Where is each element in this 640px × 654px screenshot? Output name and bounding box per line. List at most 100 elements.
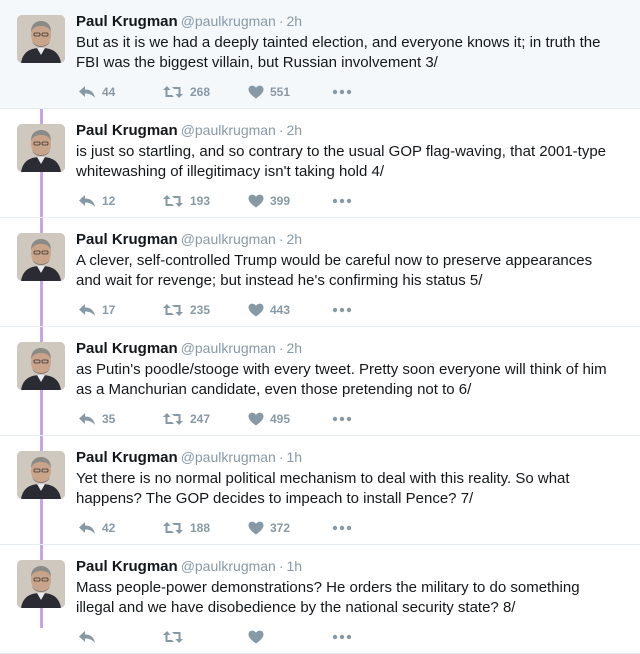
more-button[interactable] [332, 409, 352, 429]
tweet-text: Mass people-power demonstrations? He ord… [76, 579, 580, 616]
author-name[interactable]: Paul Krugman [76, 340, 178, 357]
retweet-button[interactable]: 247 [162, 409, 210, 429]
reply-button[interactable]: 12 [78, 191, 115, 211]
retweet-count: 268 [190, 85, 211, 99]
author-name[interactable]: Paul Krugman [76, 558, 178, 575]
tweet-header: Paul Krugman @paulkrugman · 1h [76, 557, 302, 576]
tweet[interactable]: Paul Krugman @paulkrugman · 2h A clever, se… [0, 218, 640, 327]
tweet-timestamp[interactable]: 1h [287, 449, 303, 465]
separator-dot: · [278, 340, 284, 356]
reply-count: 44 [102, 85, 116, 99]
reply-button[interactable]: 17 [78, 300, 115, 320]
tweet-header: Paul Krugman @paulkrugman · 1h [76, 448, 302, 467]
more-button[interactable] [332, 627, 352, 647]
author-handle[interactable]: @paulkrugman [181, 231, 276, 247]
more-button[interactable] [332, 518, 352, 538]
separator-dot: · [278, 449, 284, 465]
like-button[interactable]: 372 [248, 518, 290, 538]
reply-count: 12 [102, 194, 116, 208]
reply-count: 42 [102, 521, 116, 535]
separator-dot: · [278, 231, 284, 247]
tweet-actions: 42 188 372 [76, 518, 376, 538]
retweet-icon [162, 194, 184, 208]
tweet-timestamp[interactable]: 2h [287, 122, 303, 138]
author-handle[interactable]: @paulkrugman [181, 122, 276, 138]
tweet[interactable]: Paul Krugman @paulkrugman · 2h as Putin's p… [0, 327, 640, 436]
more-button[interactable] [332, 82, 352, 102]
reply-icon [78, 521, 96, 535]
author-name[interactable]: Paul Krugman [76, 13, 178, 30]
author-name[interactable]: Paul Krugman [76, 231, 178, 248]
retweet-icon [162, 303, 184, 317]
retweet-button[interactable]: 193 [162, 191, 210, 211]
tweet-header: Paul Krugman @paulkrugman · 2h [76, 339, 302, 358]
reply-icon [78, 630, 96, 644]
author-name[interactable]: Paul Krugman [76, 449, 178, 466]
separator-dot: · [278, 122, 284, 138]
like-button[interactable]: 399 [248, 191, 290, 211]
avatar[interactable] [17, 560, 65, 608]
tweet[interactable]: Paul Krugman @paulkrugman · 1h Yet there is… [0, 436, 640, 545]
more-dots-icon [332, 634, 352, 640]
tweet-actions [76, 627, 376, 647]
retweet-button[interactable]: 235 [162, 300, 210, 320]
tweet-timestamp[interactable]: 2h [287, 340, 303, 356]
tweet-timestamp[interactable]: 2h [287, 231, 303, 247]
like-count: 495 [270, 412, 291, 426]
reply-button[interactable]: 44 [78, 82, 115, 102]
more-dots-icon [332, 416, 352, 422]
tweet-actions: 12 193 399 [76, 191, 376, 211]
like-button[interactable]: 495 [248, 409, 290, 429]
tweet-text: A clever, self-controlled Trump would be… [76, 252, 593, 289]
retweet-button[interactable]: 188 [162, 518, 210, 538]
tweet-actions: 17 235 443 [76, 300, 376, 320]
tweet-timestamp[interactable]: 2h [287, 13, 303, 29]
reply-button[interactable]: 35 [78, 409, 115, 429]
author-handle[interactable]: @paulkrugman [181, 558, 276, 574]
separator-dot: · [278, 13, 284, 29]
retweet-icon [162, 630, 184, 644]
author-handle[interactable]: @paulkrugman [181, 13, 276, 29]
tweet[interactable]: Paul Krugman @paulkrugman · 1h Mass people-… [0, 545, 640, 654]
author-handle[interactable]: @paulkrugman [181, 340, 276, 356]
like-count: 551 [270, 85, 291, 99]
tweet-header: Paul Krugman @paulkrugman · 2h [76, 121, 302, 140]
retweet-count: 247 [190, 412, 211, 426]
reply-count: 17 [102, 303, 116, 317]
more-button[interactable] [332, 300, 352, 320]
reply-button[interactable]: 42 [78, 518, 115, 538]
avatar[interactable] [17, 342, 65, 390]
avatar[interactable] [17, 15, 65, 63]
like-count: 372 [270, 521, 291, 535]
tweet[interactable]: Paul Krugman @paulkrugman · 2h But as it is… [0, 0, 640, 109]
like-count: 399 [270, 194, 291, 208]
heart-icon [248, 194, 264, 208]
retweet-button[interactable] [162, 627, 190, 647]
tweet-header: Paul Krugman @paulkrugman · 2h [76, 12, 302, 31]
retweet-icon [162, 85, 184, 99]
author-handle[interactable]: @paulkrugman [181, 449, 276, 465]
more-dots-icon [332, 198, 352, 204]
tweet-actions: 35 247 495 [76, 409, 376, 429]
reply-icon [78, 85, 96, 99]
separator-dot: · [278, 558, 284, 574]
tweet-actions: 44 268 551 [76, 82, 376, 102]
retweet-button[interactable]: 268 [162, 82, 210, 102]
retweet-count: 188 [190, 521, 211, 535]
like-button[interactable] [248, 627, 270, 647]
reply-icon [78, 412, 96, 426]
reply-button[interactable] [78, 627, 102, 647]
like-button[interactable]: 551 [248, 82, 290, 102]
tweet-thread: Paul Krugman @paulkrugman · 2h But as it is… [0, 0, 640, 654]
like-button[interactable]: 443 [248, 300, 290, 320]
heart-icon [248, 412, 264, 426]
avatar[interactable] [17, 124, 65, 172]
reply-count: 35 [102, 412, 116, 426]
avatar[interactable] [17, 451, 65, 499]
author-name[interactable]: Paul Krugman [76, 122, 178, 139]
heart-icon [248, 85, 264, 99]
tweet[interactable]: Paul Krugman @paulkrugman · 2h is just so s… [0, 109, 640, 218]
avatar[interactable] [17, 233, 65, 281]
tweet-timestamp[interactable]: 1h [287, 558, 303, 574]
more-button[interactable] [332, 191, 352, 211]
